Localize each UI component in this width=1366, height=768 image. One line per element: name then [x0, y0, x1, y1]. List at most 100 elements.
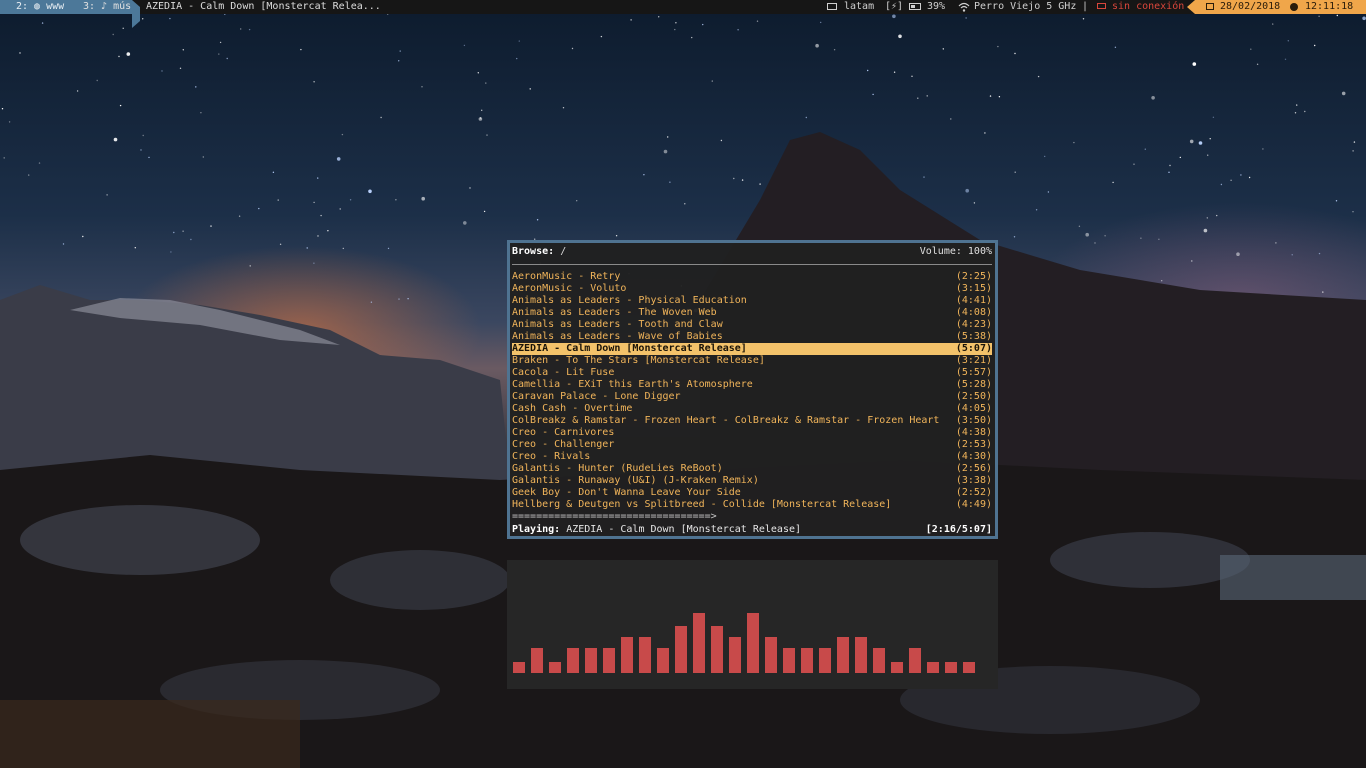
star — [182, 230, 184, 232]
star — [1284, 58, 1287, 60]
star — [1112, 181, 1114, 184]
track-row[interactable]: Creo - Challenger (2:53) — [512, 439, 992, 451]
browse-label: Browse: — [512, 246, 555, 257]
star — [1318, 252, 1321, 255]
track-row[interactable]: Galantis - Runaway (U&I) (J-Kraken Remix… — [512, 475, 992, 487]
star — [1104, 235, 1106, 237]
star — [210, 225, 212, 227]
track-row[interactable]: Galantis - Hunter (RudeLies ReBoot) (2:56… — [512, 463, 992, 475]
track-row[interactable]: AeronMusic - Retry (2:25) — [512, 271, 992, 283]
star — [1, 108, 4, 110]
star — [142, 134, 144, 137]
track-row-selected[interactable]: AZEDIA - Calm Down [Monstercat Release] (… — [512, 343, 992, 355]
track-row[interactable]: Hellberg & Deutgen vs Splitbreed - Colli… — [512, 499, 992, 511]
track-row[interactable]: ColBreakz & Ramstar - Frozen Heart - Col… — [512, 415, 992, 427]
track-row[interactable]: Creo - Carnivores (4:38) — [512, 427, 992, 439]
star — [1047, 191, 1050, 193]
star — [1094, 242, 1096, 244]
track-row[interactable]: Geek Boy - Don't Wanna Leave Your Side (2… — [512, 487, 992, 499]
track-row[interactable]: AeronMusic - Voluto (3:15) — [512, 283, 992, 295]
star — [320, 214, 322, 217]
visualizer-bar — [549, 662, 561, 673]
star — [1014, 52, 1016, 55]
star — [1212, 116, 1215, 119]
star — [395, 199, 397, 201]
star — [224, 14, 226, 15]
star — [200, 112, 202, 114]
star — [1296, 104, 1298, 106]
datetime-block: 28/02/2018 12:11:18 — [1187, 0, 1366, 14]
track-title: AZEDIA - Calm Down [Monstercat Release] — [512, 343, 747, 354]
star — [733, 177, 735, 180]
star — [984, 132, 986, 134]
track-row[interactable]: Animals as Leaders - Physical Education (… — [512, 295, 992, 307]
track-row[interactable]: Caravan Palace - Lone Digger (2:50) — [512, 391, 992, 403]
star — [463, 221, 467, 225]
track-title: Animals as Leaders - Physical Education — [512, 295, 747, 306]
star — [341, 133, 344, 136]
star — [8, 121, 11, 123]
visualizer-bar — [747, 613, 759, 673]
track-duration: (5:07) — [955, 343, 992, 354]
visualizer-bar — [513, 662, 525, 673]
track-title: Cash Cash - Overtime — [512, 403, 633, 414]
star — [1151, 96, 1155, 100]
track-row[interactable]: Braken - To The Stars [Monstercat Releas… — [512, 355, 992, 367]
track-row[interactable]: Animals as Leaders - The Woven Web (4:08) — [512, 307, 992, 319]
star — [313, 81, 315, 83]
rock-4 — [160, 660, 440, 720]
track-duration: (4:30) — [955, 451, 992, 462]
star — [1057, 303, 1060, 306]
track-row[interactable]: Cacola - Lit Fuse (5:57) — [512, 367, 992, 379]
visualizer-bar — [621, 637, 633, 673]
visualizer-bars — [513, 613, 975, 673]
star — [169, 17, 171, 20]
window-title: AZEDIA - Calm Down [Monstercat Relea... — [146, 1, 381, 12]
star — [113, 137, 118, 142]
star — [368, 189, 372, 194]
mountain-left — [0, 285, 510, 480]
star — [1272, 23, 1274, 25]
star — [1335, 200, 1338, 202]
star — [170, 251, 172, 253]
star — [398, 298, 400, 300]
track-duration: (3:50) — [955, 415, 992, 426]
star — [1140, 237, 1142, 239]
star — [1133, 163, 1135, 165]
star — [667, 136, 669, 138]
track-row[interactable]: Camellia - EXiT this Earth's Atomosphere… — [512, 379, 992, 391]
star — [82, 235, 84, 238]
track-row[interactable]: Cash Cash - Overtime (4:05) — [512, 403, 992, 415]
star — [1044, 155, 1046, 158]
star — [248, 28, 251, 31]
star — [1161, 280, 1163, 282]
star — [1078, 225, 1081, 227]
star — [126, 52, 131, 56]
star — [1191, 260, 1193, 262]
track-row[interactable]: Animals as Leaders - Wave of Babies (5:38… — [512, 331, 992, 343]
workspace-inactive[interactable]: 3: ♪ mús — [83, 0, 131, 14]
star — [240, 28, 242, 30]
star — [820, 21, 822, 24]
track-list[interactable]: AeronMusic - Retry (2:25) AeronMusic - Vol… — [512, 271, 992, 511]
star — [249, 265, 251, 267]
star — [313, 201, 315, 204]
playback-progress-bar[interactable]: =================================> — [512, 512, 717, 522]
visualizer-bar — [873, 648, 885, 673]
star — [140, 149, 142, 151]
visualizer-bar — [639, 637, 651, 673]
track-row[interactable]: Animals as Leaders - Tooth and Claw (4:23… — [512, 319, 992, 331]
track-row[interactable]: Creo - Rivals (4:30) — [512, 451, 992, 463]
music-player-window[interactable]: Browse: / Volume: 100% AeronMusic - Retr… — [507, 240, 998, 539]
datetime-arrow — [1187, 0, 1195, 14]
star — [1250, 48, 1252, 50]
track-duration: (3:15) — [955, 283, 992, 294]
star — [479, 117, 482, 119]
workspace-inactive-number: 3: — [83, 1, 96, 12]
wifi-name: Perro Viejo 5 GHz — [974, 1, 1077, 12]
star — [1074, 310, 1077, 313]
now-playing-status: Playing: AZEDIA - Calm Down [Monstercat … — [512, 524, 992, 536]
workspace-inactive-label: ♪ mús — [101, 1, 132, 12]
visualizer-bar — [837, 637, 849, 673]
visualizer-bar — [603, 648, 615, 673]
